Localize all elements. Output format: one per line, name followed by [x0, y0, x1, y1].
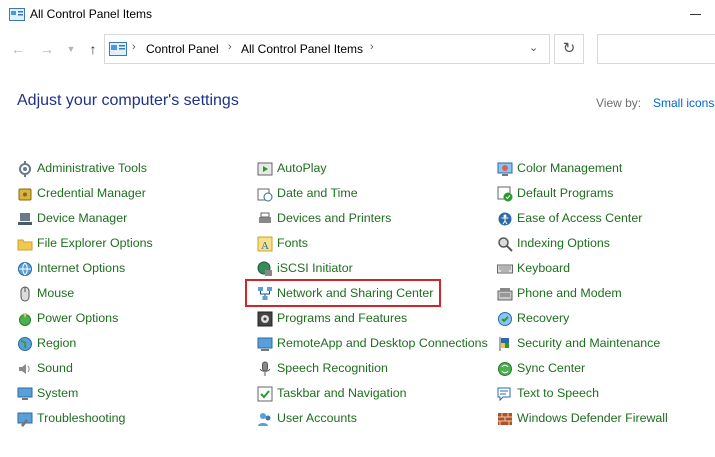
taskbar-icon: [257, 386, 273, 402]
search-input[interactable]: [597, 34, 715, 64]
control-panel-icon: [9, 8, 25, 21]
breadcrumb-separator-icon[interactable]: ›: [370, 41, 374, 53]
fonts-icon: A: [257, 236, 273, 252]
page-title: Adjust your computer's settings: [17, 92, 239, 109]
back-arrow-icon[interactable]: ←: [9, 40, 27, 58]
remoteapp-icon: [257, 337, 273, 351]
region-icon: [18, 337, 32, 351]
ease-of-access-icon: [498, 212, 512, 226]
view-by-dropdown[interactable]: Small icons: [653, 96, 714, 110]
devices-printers-icon: [259, 212, 271, 223]
recent-locations-chevron-icon[interactable]: ▼: [62, 40, 80, 58]
administrative-tools-icon: [19, 161, 31, 177]
svg-text:A: A: [261, 240, 269, 252]
breadcrumb-all-items[interactable]: All Control Panel Items: [241, 42, 363, 56]
phone-modem-icon: [497, 288, 513, 301]
view-by-label: View by:: [596, 96, 642, 110]
system-icon: [17, 387, 33, 400]
default-programs-icon: [497, 186, 513, 202]
keyboard-icon: [497, 264, 513, 274]
chevron-down-icon[interactable]: ⌄: [529, 41, 538, 54]
power-options-icon: [19, 313, 31, 326]
breadcrumb-separator-icon[interactable]: ›: [132, 41, 136, 53]
color-management-icon: [497, 162, 513, 176]
autoplay-icon: [257, 162, 273, 176]
internet-options-icon: [18, 262, 32, 276]
minimize-button[interactable]: [686, 7, 708, 23]
troubleshooting-icon: [17, 412, 33, 427]
iscsi-icon: [257, 261, 272, 276]
breadcrumb-separator-icon[interactable]: ›: [228, 41, 232, 53]
microphone-icon: [260, 361, 270, 376]
sync-center-icon: [498, 362, 512, 376]
programs-features-icon: [257, 311, 273, 327]
forward-arrow-icon[interactable]: →: [38, 40, 56, 58]
sound-icon: [19, 364, 30, 374]
recovery-icon: [498, 312, 512, 326]
security-flag-icon: [499, 337, 509, 351]
indexing-options-icon: [498, 237, 513, 252]
refresh-button[interactable]: ↻: [554, 34, 584, 64]
up-arrow-icon[interactable]: ↑: [84, 40, 102, 58]
address-bar[interactable]: › Control Panel › All Control Panel Item…: [104, 34, 550, 64]
control-panel-icon: [109, 42, 127, 56]
highlight-box: [245, 279, 441, 307]
breadcrumb-control-panel[interactable]: Control Panel: [146, 42, 219, 56]
window-title: All Control Panel Items: [30, 7, 153, 21]
title-bar: All Control Panel Items: [0, 0, 715, 30]
date-time-icon: [257, 188, 273, 202]
device-manager-icon: [18, 213, 32, 225]
firewall-icon: [498, 413, 512, 425]
mouse-icon: [20, 286, 30, 302]
credential-manager-icon: [18, 188, 32, 201]
folder-options-icon: [17, 239, 33, 251]
navigation-bar: ← → ▼ ↑ › Control Panel › All Control Pa…: [0, 34, 715, 66]
user-accounts-icon: [258, 413, 271, 426]
text-to-speech-icon: [497, 387, 511, 402]
